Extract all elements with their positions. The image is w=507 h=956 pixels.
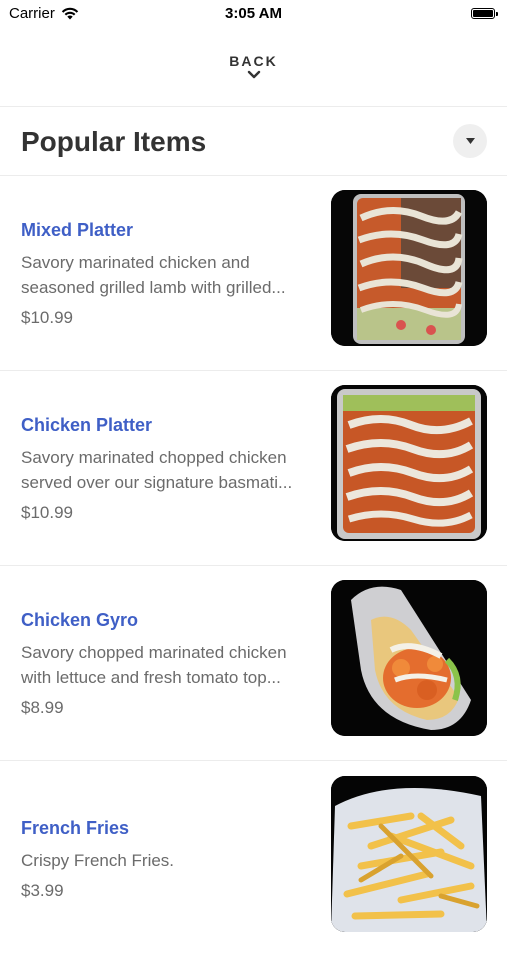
battery-fill: [473, 10, 493, 17]
item-price: $10.99: [21, 503, 73, 522]
back-label: BACK: [229, 53, 278, 69]
item-text: French Fries Crispy French Fries. $3.99: [21, 816, 313, 903]
caret-down-icon: [465, 138, 475, 144]
item-description: Crispy French Fries.: [21, 848, 313, 873]
item-text: Mixed Platter Savory marinated chicken a…: [21, 218, 313, 330]
chicken-platter-photo: [331, 385, 487, 541]
item-description-line: Crispy French Fries.: [21, 851, 175, 870]
item-price: $10.99: [21, 308, 73, 327]
item-description-line: Savory chopped marinated chicken: [21, 643, 287, 662]
item-name: Chicken Gyro: [21, 610, 139, 630]
item-description-line: seasoned grilled lamb with grilled...: [21, 278, 286, 297]
status-time: 3:05 AM: [225, 5, 282, 22]
item-description-line: Savory marinated chicken and: [21, 253, 250, 272]
menu-item-chicken-platter[interactable]: Chicken Platter Savory marinated chopped…: [0, 371, 507, 566]
french-fries-photo: [331, 776, 487, 932]
item-name: Chicken Platter: [21, 415, 153, 435]
menu-item-mixed-platter[interactable]: Mixed Platter Savory marinated chicken a…: [0, 176, 507, 371]
section-header: Popular Items: [0, 107, 507, 175]
item-description-line: with lettuce and fresh tomato top...: [21, 668, 281, 687]
chevron-down-icon: [247, 70, 260, 79]
item-text: Chicken Gyro Savory chopped marinated ch…: [21, 608, 313, 720]
item-description-line: served over our signature basmati...: [21, 473, 293, 492]
item-price: $3.99: [21, 881, 64, 900]
item-description: Savory marinated chopped chicken served …: [21, 445, 313, 495]
chicken-gyro-photo: [331, 580, 487, 736]
battery-icon: [471, 8, 498, 19]
mixed-platter-photo: [331, 190, 487, 346]
item-text: Chicken Platter Savory marinated chopped…: [21, 413, 313, 525]
status-bar: Carrier 3:05 AM: [0, 0, 507, 28]
item-description: Savory chopped marinated chicken with le…: [21, 640, 313, 690]
section-dropdown-button[interactable]: [453, 124, 487, 158]
item-name: Mixed Platter: [21, 220, 134, 240]
menu-item-french-fries[interactable]: French Fries Crispy French Fries. $3.99: [0, 761, 507, 956]
item-name: French Fries: [21, 818, 130, 838]
item-price: $8.99: [21, 698, 64, 717]
item-description: Savory marinated chicken and seasoned gr…: [21, 250, 313, 300]
item-description-line: Savory marinated chopped chicken: [21, 448, 287, 467]
section-title: Popular Items: [21, 126, 207, 157]
back-button[interactable]: BACK: [0, 44, 507, 104]
menu-item-chicken-gyro[interactable]: Chicken Gyro Savory chopped marinated ch…: [0, 566, 507, 761]
